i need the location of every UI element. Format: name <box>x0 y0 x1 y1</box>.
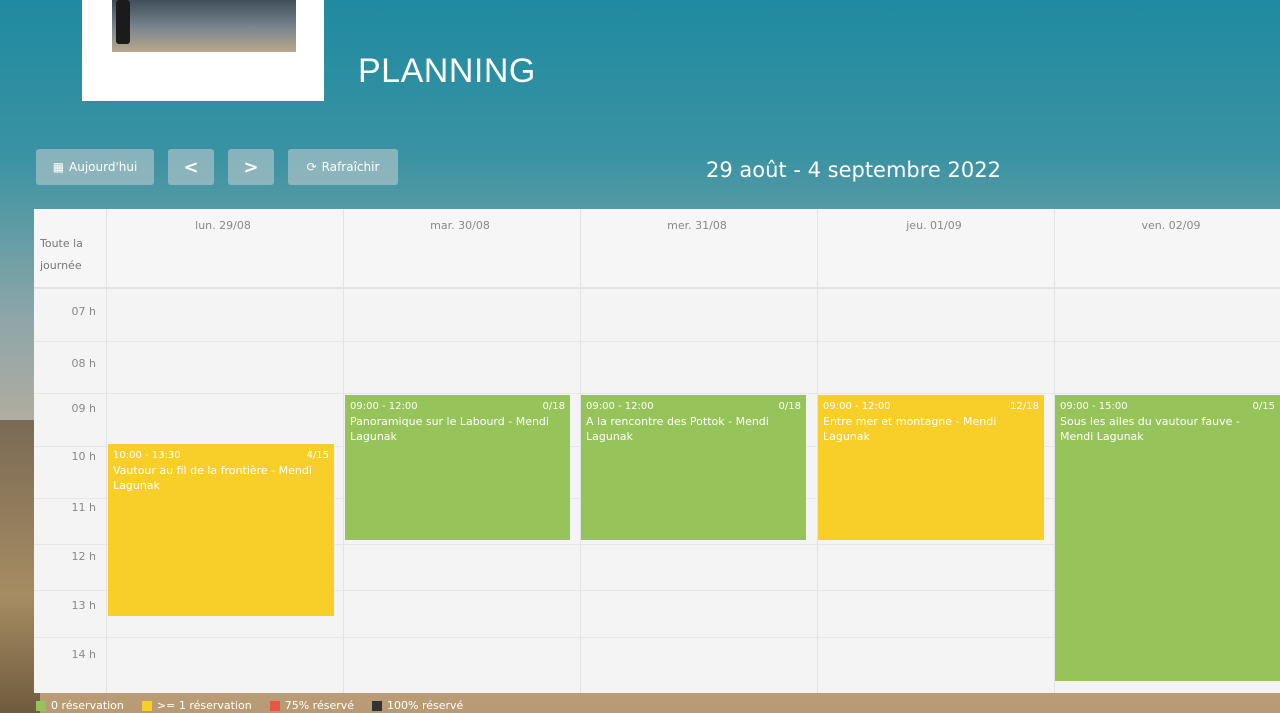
event-time: 09:00 - 15:00 <box>1060 401 1128 412</box>
page-title: PLANNING <box>358 52 536 90</box>
event-title: Panoramique sur le Labourd - Mendi Lagun… <box>350 415 549 443</box>
today-button[interactable]: ▦ Aujourd'hui <box>36 149 154 185</box>
column-divider <box>343 209 344 693</box>
event-count: 0/18 <box>778 401 801 412</box>
logo-image <box>112 0 296 52</box>
hour-label: 13 h <box>71 599 96 612</box>
event-time: 09:00 - 12:00 <box>823 401 891 412</box>
legend-swatch-yellow <box>141 700 152 711</box>
calendar-header: Toute la journée lun. 29/08 mar. 30/08 m… <box>34 209 1280 289</box>
event-title: Sous les ailes du vautour fauve - Mendi … <box>1060 415 1240 443</box>
week-range-title: 29 août - 4 septembre 2022 <box>706 158 1001 182</box>
event-time: 10:00 - 13:30 <box>113 450 181 461</box>
hour-line <box>34 341 1280 342</box>
legend-swatch-black <box>372 700 383 711</box>
legend-item: 0 réservation <box>36 699 124 712</box>
event-wed[interactable]: 09:00 - 12:00 0/18 A la rencontre des Po… <box>581 395 806 540</box>
refresh-button-label: Rafraîchir <box>321 160 380 174</box>
legend-label: >= 1 réservation <box>156 699 252 712</box>
day-header-mon: lun. 29/08 <box>195 219 251 232</box>
toolbar: ▦ Aujourd'hui < > ⟳ Rafraîchir <box>36 149 398 185</box>
event-time: 09:00 - 12:00 <box>350 401 418 412</box>
event-title: A la rencontre des Pottok - Mendi Laguna… <box>586 415 769 443</box>
event-tue[interactable]: 09:00 - 12:00 0/18 Panoramique sur le La… <box>345 395 570 540</box>
legend-swatch-red <box>269 700 280 711</box>
all-day-label: Toute la journée <box>40 233 83 277</box>
refresh-button[interactable]: ⟳ Rafraîchir <box>288 149 398 185</box>
hour-label: 09 h <box>71 402 96 415</box>
event-title: Entre mer et montagne - Mendi Lagunak <box>823 415 997 443</box>
hour-label: 11 h <box>71 501 96 514</box>
event-count: 4/15 <box>306 450 329 461</box>
legend: 0 réservation >= 1 réservation 75% réser… <box>36 699 463 712</box>
event-fri[interactable]: 09:00 - 15:00 0/15 Sous les ailes du vau… <box>1055 395 1280 681</box>
next-week-button[interactable]: > <box>228 149 274 185</box>
calendar-icon: ▦ <box>52 160 65 174</box>
all-day-label-line1: Toute la <box>40 237 83 250</box>
chevron-right-icon: > <box>243 156 259 178</box>
legend-item: >= 1 réservation <box>141 699 252 712</box>
refresh-icon: ⟳ <box>306 160 317 174</box>
legend-label: 75% réservé <box>284 699 355 712</box>
event-count: 0/18 <box>542 401 565 412</box>
hour-label: 14 h <box>71 648 96 661</box>
hour-label: 08 h <box>71 357 96 370</box>
hour-label: 07 h <box>71 305 96 318</box>
chevron-left-icon: < <box>183 156 199 178</box>
day-header-tue: mar. 30/08 <box>430 219 490 232</box>
week-calendar: Toute la journée lun. 29/08 mar. 30/08 m… <box>34 209 1280 693</box>
legend-swatch-green <box>36 700 46 711</box>
hour-label: 12 h <box>71 550 96 563</box>
event-thu[interactable]: 09:00 - 12:00 12/18 Entre mer et montagn… <box>818 395 1044 540</box>
legend-label: 0 réservation <box>51 699 124 712</box>
day-header-thu: jeu. 01/09 <box>906 219 962 232</box>
event-count: 12/18 <box>1010 401 1039 412</box>
today-button-label: Aujourd'hui <box>69 160 138 174</box>
legend-item: 75% réservé <box>269 699 355 712</box>
column-divider <box>106 209 107 693</box>
day-header-wed: mer. 31/08 <box>667 219 727 232</box>
logo <box>82 0 324 101</box>
hiker-silhouette <box>116 0 130 44</box>
hour-label: 10 h <box>71 450 96 463</box>
all-day-label-line2: journée <box>40 259 82 272</box>
legend-label: 100% réservé <box>387 699 464 712</box>
legend-item: 100% réservé <box>372 699 463 712</box>
previous-week-button[interactable]: < <box>168 149 214 185</box>
event-title: Vautour au fil de la frontière - Mendi L… <box>113 464 312 492</box>
hour-line <box>34 393 1280 394</box>
event-time: 09:00 - 12:00 <box>586 401 654 412</box>
day-header-fri: ven. 02/09 <box>1141 219 1201 232</box>
event-mon[interactable]: 10:00 - 13:30 4/15 Vautour au fil de la … <box>108 444 334 616</box>
event-count: 0/15 <box>1252 401 1275 412</box>
